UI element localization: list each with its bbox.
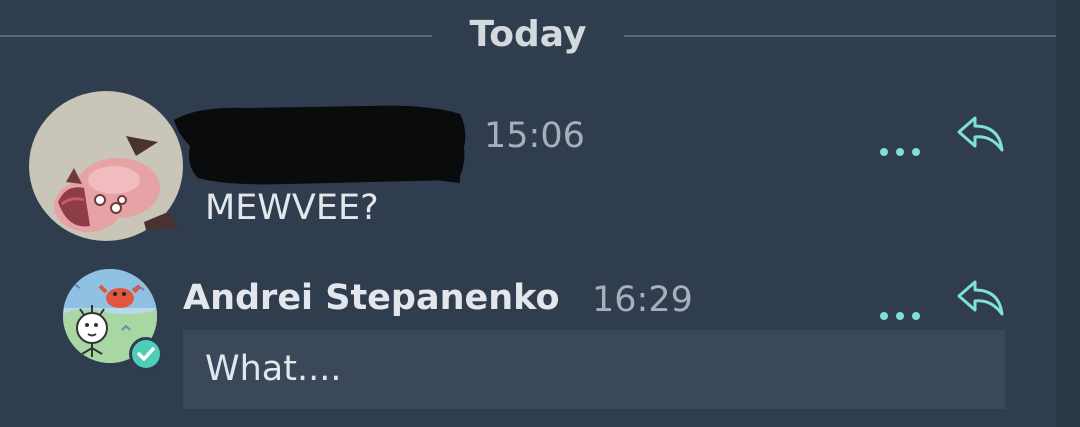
- sender-name[interactable]: Andrei Stepanenko: [183, 276, 560, 320]
- message-text: What....: [205, 349, 342, 389]
- date-divider-label: Today: [469, 14, 587, 55]
- message-bubble: What....: [183, 330, 1005, 409]
- verified-badge-icon: [132, 340, 160, 368]
- message-timestamp: 16:29: [592, 280, 693, 320]
- date-divider-line-left: [0, 35, 432, 37]
- reply-arrow-icon[interactable]: [955, 114, 1005, 154]
- scrollbar-track[interactable]: [1056, 0, 1080, 427]
- pig-fish-avatar[interactable]: [26, 84, 188, 244]
- reply-arrow-icon[interactable]: [955, 278, 1005, 318]
- chat-view: Today 15:06 MEWVEE? Andrei Stepanenko 16…: [0, 0, 1080, 427]
- date-divider-line-right: [624, 35, 1056, 37]
- message-timestamp: 15:06: [484, 116, 585, 156]
- ellipsis-icon[interactable]: [878, 300, 922, 324]
- message-text: MEWVEE?: [205, 188, 379, 228]
- crab-doodle-avatar[interactable]: [62, 268, 166, 372]
- ellipsis-icon[interactable]: [878, 136, 922, 160]
- redacted-sender-name: [174, 105, 466, 185]
